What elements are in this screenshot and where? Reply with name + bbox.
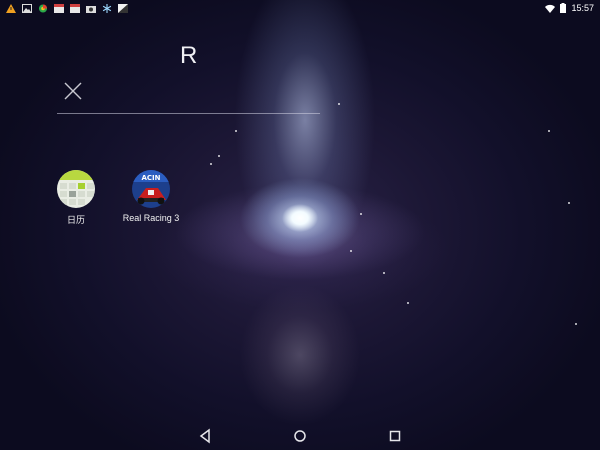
star (210, 163, 212, 165)
app-label: Real Racing 3 (122, 213, 180, 223)
calendar-icon (54, 3, 64, 13)
star (568, 202, 570, 204)
app-result-calendar[interactable]: 日历 (36, 170, 116, 226)
battery-icon (560, 3, 567, 13)
home-icon[interactable] (291, 427, 309, 445)
clear-search-button[interactable] (62, 80, 84, 102)
navigation-bar (0, 420, 600, 450)
search-input-underline (57, 113, 320, 114)
wifi-icon (545, 4, 556, 13)
calendar-icon (70, 3, 80, 13)
warning-icon (6, 3, 16, 13)
notification-icons (6, 3, 128, 13)
status-bar: 15:57 (0, 0, 600, 16)
star (235, 130, 237, 132)
star (548, 130, 550, 132)
star (383, 272, 385, 274)
app-label: 日历 (66, 215, 85, 225)
star (575, 323, 577, 325)
browser-icon (38, 3, 48, 13)
recents-icon[interactable] (386, 427, 404, 445)
image-icon (22, 3, 32, 13)
star (218, 155, 220, 157)
camera-icon (86, 5, 96, 13)
snowflake-icon (102, 3, 112, 13)
calendar-app-icon (57, 170, 95, 208)
flag-icon (118, 3, 128, 13)
star (407, 302, 409, 304)
star (350, 250, 352, 252)
star (360, 213, 362, 215)
app-result-real-racing-3[interactable]: ACIN Real Racing 3 (111, 170, 191, 223)
system-status: 15:57 (545, 3, 594, 13)
clock: 15:57 (571, 3, 594, 13)
svg-text:ACIN: ACIN (141, 174, 160, 182)
back-icon[interactable] (196, 427, 214, 445)
star (338, 103, 340, 105)
search-query-text[interactable]: R (180, 42, 197, 70)
real-racing-3-icon: ACIN (132, 170, 170, 208)
